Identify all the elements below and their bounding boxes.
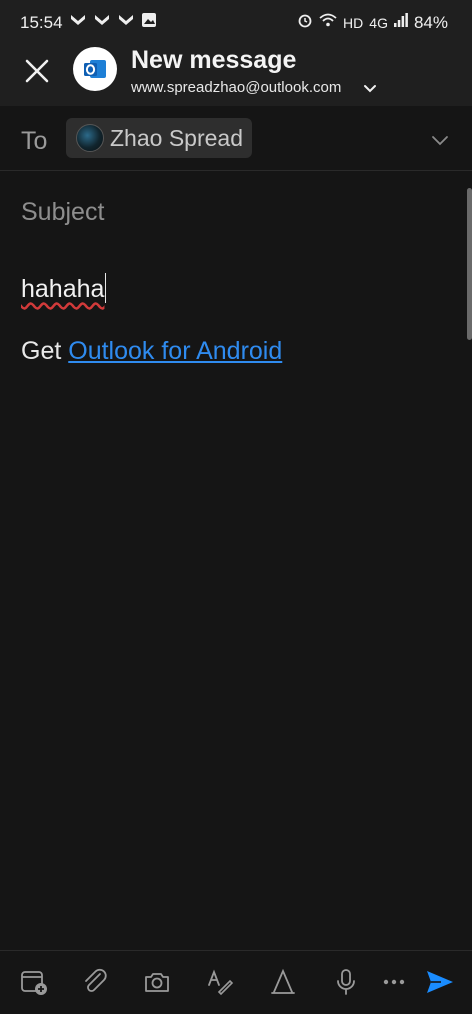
body-text: hahaha xyxy=(21,275,105,303)
chevron-down-icon[interactable] xyxy=(363,82,377,96)
compose-toolbar xyxy=(0,950,472,1014)
signature-prefix: Get xyxy=(21,337,69,365)
attach-icon xyxy=(85,968,107,992)
add-event-button[interactable] xyxy=(19,967,49,997)
outlook-icon xyxy=(84,60,106,78)
signature: Get Outlook for Android xyxy=(21,337,282,366)
signal-type: 4G xyxy=(369,14,388,31)
notification-icon xyxy=(117,12,135,33)
more-button[interactable] xyxy=(379,967,409,997)
avatar xyxy=(76,124,104,152)
notification-icon xyxy=(93,12,111,33)
clock: 15:54 xyxy=(20,12,63,32)
notification-icon xyxy=(69,12,87,33)
signal-icon xyxy=(393,12,408,33)
text-cursor xyxy=(105,273,107,303)
send-icon xyxy=(427,971,453,993)
gallery-icon xyxy=(141,12,157,33)
camera-button[interactable] xyxy=(142,967,172,997)
signature-link[interactable]: Outlook for Android xyxy=(68,337,282,365)
close-button[interactable] xyxy=(22,56,52,86)
status-left: 15:54 xyxy=(20,12,157,33)
microphone-icon xyxy=(337,969,355,995)
subject-input[interactable]: Subject xyxy=(21,198,104,227)
camera-icon xyxy=(145,973,169,992)
alarm-icon xyxy=(297,12,313,33)
wifi-icon xyxy=(319,12,337,33)
chevron-down-icon[interactable] xyxy=(430,130,450,150)
status-right: HD 4G 84% xyxy=(297,12,448,33)
attach-button[interactable] xyxy=(80,967,110,997)
format-text-button[interactable] xyxy=(205,967,235,997)
to-label: To xyxy=(21,127,48,155)
text-format-icon xyxy=(208,969,234,996)
app-logo xyxy=(73,47,117,91)
network-type: HD xyxy=(343,14,364,31)
ink-button[interactable] xyxy=(268,967,298,997)
status-bar: 15:54 HD 4G 84% xyxy=(0,0,472,42)
scrollbar[interactable] xyxy=(467,188,472,340)
send-button[interactable] xyxy=(425,967,455,997)
page-title: New message xyxy=(131,46,297,74)
calendar-add-icon xyxy=(21,971,47,995)
ink-icon xyxy=(271,968,295,994)
more-icon xyxy=(383,979,405,985)
close-icon xyxy=(25,59,49,83)
compose-header: New message www.spreadzhao@outlook.com xyxy=(0,42,472,106)
recipient-name: Zhao Spread xyxy=(110,124,243,151)
message-body[interactable]: hahaha xyxy=(21,273,107,304)
dictate-button[interactable] xyxy=(331,967,361,997)
to-row: To Zhao Spread xyxy=(0,106,472,171)
battery-level: 84% xyxy=(413,12,448,32)
account-selector[interactable]: www.spreadzhao@outlook.com xyxy=(131,79,341,96)
recipient-chip[interactable]: Zhao Spread xyxy=(66,118,252,158)
